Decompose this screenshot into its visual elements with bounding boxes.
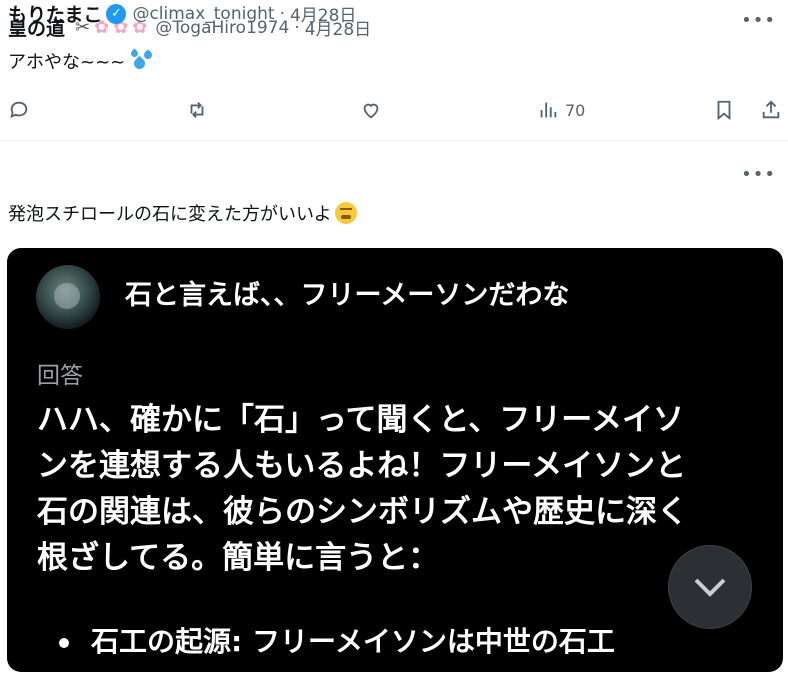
card-question: 石と言えば、、フリーメーソンだわな (125, 280, 570, 311)
views-chart-icon (540, 102, 557, 118)
repost-button[interactable] (186, 92, 208, 128)
post-2-text: 発泡スチロールの石に変えた方がいいよ (8, 200, 357, 226)
card-answer-label: 回答 (37, 363, 83, 389)
post-1-text-content: アホやな~~~ (8, 52, 126, 73)
bookmark-button[interactable] (713, 92, 735, 128)
bookmark-icon (717, 100, 731, 121)
post-1-actions: 70 (0, 92, 788, 128)
repost-icon (190, 102, 204, 118)
tired-face-emoji-icon (334, 202, 357, 224)
card-answer-line: 石の関連は、彼らのシンボリズムや歴史に深く (37, 494, 688, 530)
sweat-droplets-icon (129, 48, 155, 74)
card-bullet-item: 石工の起源: フリーメイソンは中世の石工 (59, 620, 615, 660)
reply-icon (10, 101, 28, 118)
share-button[interactable] (760, 92, 782, 128)
bullet-icon (59, 638, 69, 648)
post-2-handle[interactable]: @climax_tonight (132, 4, 274, 24)
post-1-text: アホやな~~~ (8, 48, 155, 74)
card-answer-line: 根ざしてる。簡単に言うと： (37, 540, 440, 576)
avatar (36, 265, 100, 329)
verified-badge-icon: ✓ (106, 3, 127, 24)
post-2-header: もりたまこ ✓ @climax_tonight · 4月28日 (8, 0, 356, 27)
chevron-down-icon (694, 578, 726, 597)
reply-button[interactable] (8, 92, 30, 128)
post-2-separator: · (279, 3, 285, 24)
post-1-more-icon[interactable]: ••• (741, 10, 776, 31)
card-answer-line: ハハ、確かに「石」って聞くと、フリーメイソ (37, 402, 684, 438)
post-2-author-name[interactable]: もりたまこ (8, 0, 102, 27)
post-2-text-content: 発泡スチロールの石に変えた方がいいよ (8, 204, 332, 225)
views-button[interactable]: 70 (537, 92, 585, 128)
share-icon (762, 100, 780, 119)
card-bullet-text: 石工の起源: フリーメイソンは中世の石工 (91, 625, 615, 658)
post-2-date[interactable]: 4月28日 (290, 1, 356, 26)
like-button[interactable] (360, 92, 382, 128)
ai-answer-image-card[interactable]: 石と言えば、、フリーメーソンだわな 回答 ハハ、確かに「石」って聞くと、フリーメ… (7, 248, 783, 672)
scroll-down-button[interactable] (668, 545, 752, 629)
card-answer-text: ハハ、確かに「石」って聞くと、フリーメイソ ンを連想する人もいるよね！フリーメイ… (37, 397, 737, 581)
card-answer-line: ンを連想する人もいるよね！フリーメイソンと (37, 448, 687, 484)
heart-icon (363, 103, 379, 119)
views-count: 70 (565, 100, 586, 120)
post-2-more-icon[interactable]: ••• (741, 164, 776, 185)
